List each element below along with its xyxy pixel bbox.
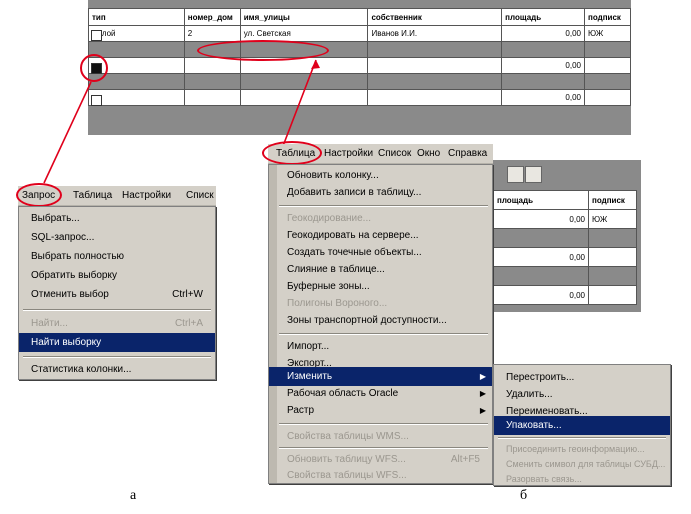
menu-item-drive-regions[interactable]: Зоны транспортной доступности... bbox=[269, 311, 492, 330]
column-header[interactable]: площадь bbox=[493, 190, 589, 210]
menu-item-unselect[interactable]: Отменить выбор Ctrl+W bbox=[19, 285, 215, 304]
menu-separator bbox=[498, 437, 666, 439]
menu-item-raster[interactable]: Растр ▶ bbox=[269, 401, 492, 420]
menu-help[interactable]: Справка bbox=[448, 148, 487, 159]
menu-separator bbox=[23, 356, 211, 358]
column-header[interactable]: подписк bbox=[588, 190, 637, 210]
toolbar-window-icon[interactable] bbox=[525, 166, 542, 183]
annotation-oval bbox=[16, 183, 62, 207]
menu-item-unlink: Разорвать связь... bbox=[506, 474, 582, 484]
browser-window-b: площадь подписк 0,00 ЮЖ 0,00 0,00 bbox=[493, 160, 641, 312]
cell[interactable] bbox=[588, 285, 637, 305]
caption-a: а bbox=[130, 488, 137, 503]
arrowhead-icon bbox=[311, 60, 320, 69]
caption-b: б bbox=[520, 488, 528, 503]
annotation-line bbox=[43, 81, 92, 184]
query-menu: Выбрать... SQL-запрос... Выбрать полност… bbox=[18, 206, 216, 380]
cell[interactable]: 0,00 bbox=[493, 247, 589, 267]
menu-list[interactable]: Список bbox=[378, 148, 411, 159]
maintenance-submenu: Перестроить... Удалить... Переименовать.… bbox=[493, 364, 671, 486]
menu-separator bbox=[279, 333, 488, 335]
menu-separator bbox=[279, 423, 488, 425]
menu-item-wfs-props: Свойства таблицы WFS... bbox=[287, 470, 407, 481]
menu-separator bbox=[279, 447, 488, 449]
cell[interactable]: 0,00 bbox=[493, 285, 589, 305]
cell[interactable]: ЮЖ bbox=[588, 209, 637, 229]
menu-item-column-statistics[interactable]: Статистика колонки... bbox=[19, 360, 215, 379]
menu-item-select[interactable]: Выбрать... bbox=[19, 209, 215, 228]
menu-item-pack[interactable]: Упаковать... bbox=[494, 416, 670, 435]
annotation-line bbox=[282, 59, 317, 147]
cell[interactable]: 0,00 bbox=[493, 209, 589, 229]
table-menu: Обновить колонку... Добавить записи в та… bbox=[268, 164, 493, 484]
toolbar-graph-icon[interactable] bbox=[507, 166, 524, 183]
menu-table[interactable]: Таблица bbox=[73, 190, 112, 201]
menu-item-wms-props: Свойства таблицы WMS... bbox=[287, 431, 409, 442]
menu-item-invert-selection[interactable]: Обратить выборку bbox=[19, 266, 215, 285]
menu-item-find: Найти... Ctrl+A bbox=[31, 318, 203, 329]
menu-item-select-all[interactable]: Выбрать полностью bbox=[19, 247, 215, 266]
menu-separator bbox=[23, 309, 211, 311]
menu-item-append-rows[interactable]: Добавить записи в таблицу... bbox=[269, 183, 492, 202]
menu-item-sql-query[interactable]: SQL-запрос... bbox=[19, 228, 215, 247]
cell[interactable] bbox=[588, 247, 637, 267]
menu-item-find-selection[interactable]: Найти выборку bbox=[19, 333, 215, 352]
menu-separator bbox=[279, 205, 488, 207]
submenu-arrow-icon: ▶ bbox=[479, 406, 486, 415]
menu-list[interactable]: Списк bbox=[186, 190, 214, 201]
annotation-oval bbox=[262, 141, 322, 165]
menu-window[interactable]: Окно bbox=[417, 148, 440, 159]
menu-settings[interactable]: Настройки bbox=[324, 148, 373, 159]
browser-table-b: площадь подписк 0,00 ЮЖ 0,00 0,00 bbox=[493, 190, 637, 305]
menu-settings[interactable]: Настройки bbox=[122, 190, 171, 201]
